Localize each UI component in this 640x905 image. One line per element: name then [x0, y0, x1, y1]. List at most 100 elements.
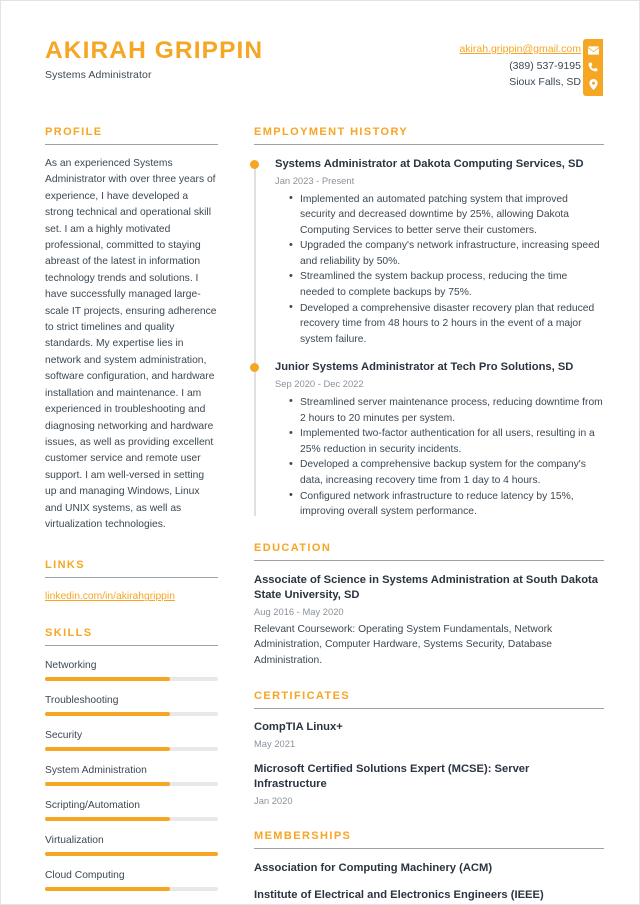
employment-bullets: Streamlined server maintenance process, … — [289, 394, 604, 520]
education-title: Associate of Science in Systems Administ… — [254, 573, 598, 602]
skill-label: Scripting/Automation — [45, 800, 141, 812]
section-heading-certificates: CERTIFICATES — [254, 690, 351, 703]
education-description: Relevant Coursework: Operating System Fu… — [254, 623, 553, 666]
certificate-date: Jan 2020 — [254, 794, 293, 806]
bullet-item: Developed a comprehensive backup system … — [289, 457, 604, 488]
bullet-item: Implemented two-factor authentication fo… — [289, 426, 604, 457]
section-heading-memberships: MEMBERSHIPS — [254, 829, 352, 842]
link-item-linkedin[interactable]: linkedin.com/in/akirahgrippin — [45, 589, 218, 605]
certificate-date: May 2021 — [254, 737, 296, 749]
memberships-list: Association for Computing Machinery (ACM… — [254, 861, 604, 904]
skill-level-fill — [45, 677, 170, 682]
contact-phone: (389) 537-9195 — [509, 59, 581, 72]
bullet-item: Configured network infrastructure to red… — [289, 488, 604, 520]
sidebar-column: PROFILE As an experienced Systems Admini… — [45, 125, 218, 904]
skill-level-track — [45, 852, 218, 857]
education-date: Aug 2016 - May 2020 — [254, 605, 344, 617]
bullet-item: Streamlined the system backup process, r… — [289, 269, 604, 300]
employment-entry: Systems Administrator at Dakota Computin… — [250, 157, 604, 348]
membership-entry: Association for Computing Machinery (ACM… — [254, 861, 604, 877]
skill-level-track — [45, 782, 218, 787]
skill-label: Virtualization — [45, 835, 104, 847]
profile-text: As an experienced Systems Administrator … — [45, 158, 217, 530]
section-skills: SKILLS Networking Troubleshooting Security… — [45, 626, 218, 892]
skill-level-fill — [45, 782, 170, 787]
skill-label: Cloud Computing — [45, 870, 125, 882]
skill-item: Virtualization — [45, 833, 218, 857]
skill-level-track — [45, 817, 218, 822]
membership-title: Institute of Electrical and Electronics … — [254, 889, 544, 902]
skill-item: System Administration — [45, 763, 218, 787]
skill-level-track — [45, 747, 218, 752]
section-heading-education: EDUCATION — [254, 541, 332, 554]
skill-level-fill — [45, 712, 170, 717]
section-certificates: CERTIFICATES CompTIA Linux+ May 2021 Micro… — [254, 689, 604, 808]
bullet-item: Streamlined server maintenance process, … — [289, 394, 604, 426]
section-heading-skills: SKILLS — [45, 627, 93, 640]
phone-icon — [588, 62, 598, 72]
skill-item: Cloud Computing — [45, 868, 218, 892]
employment-entry: Junior Systems Administrator at Tech Pro… — [250, 360, 604, 520]
resume-page: AKIRAH GRIPPIN Systems Administrator aki… — [0, 0, 640, 905]
contact-email[interactable]: akirah.grippin@gmail.com — [459, 43, 581, 55]
skill-label: System Administration — [45, 765, 147, 777]
employment-date: Jan 2023 - Present — [275, 174, 355, 186]
certificates-list: CompTIA Linux+ May 2021 Microsoft Certifie… — [254, 720, 604, 808]
skill-level-fill — [45, 887, 170, 892]
certificate-title: Microsoft Certified Solutions Expert (MC… — [254, 762, 530, 791]
employment-title: Junior Systems Administrator at Tech Pro… — [275, 361, 574, 374]
resume-header: AKIRAH GRIPPIN Systems Administrator aki… — [45, 37, 581, 95]
skill-level-track — [45, 712, 218, 717]
section-divider — [254, 559, 604, 561]
employment-timeline: Systems Administrator at Dakota Computin… — [250, 157, 604, 520]
certificate-entry: CompTIA Linux+ May 2021 — [254, 720, 604, 751]
envelope-icon — [587, 45, 599, 55]
skill-level-fill — [45, 747, 170, 752]
contact-info: akirah.grippin@gmail.com (389) 537-9195 … — [459, 41, 581, 91]
location-pin-icon — [588, 78, 598, 90]
skill-item: Networking — [45, 658, 218, 682]
section-heading-links: LINKS — [45, 559, 85, 572]
membership-title: Association for Computing Machinery (ACM… — [254, 861, 493, 874]
section-divider — [254, 144, 604, 145]
timeline-dot-icon — [250, 160, 259, 169]
section-divider — [45, 645, 218, 647]
certificate-title: CompTIA Linux+ — [254, 721, 343, 734]
employment-title: Systems Administrator at Dakota Computin… — [275, 158, 584, 170]
skill-level-fill — [45, 852, 218, 857]
certificate-entry: Microsoft Certified Solutions Expert (MC… — [254, 762, 604, 808]
jobs-list: Systems Administrator at Dakota Computin… — [250, 157, 604, 520]
skill-level-track — [45, 677, 218, 682]
timeline-dot-icon — [250, 363, 259, 373]
contact-location: Sioux Falls, SD — [509, 76, 581, 88]
section-profile: PROFILE As an experienced Systems Admini… — [45, 125, 218, 533]
section-divider — [45, 577, 218, 579]
education-entry: Associate of Science in Systems Administ… — [254, 573, 604, 669]
section-heading-profile: PROFILE — [45, 126, 103, 138]
section-links: LINKS linkedin.com/in/akirahgrippin — [45, 558, 218, 605]
skill-label: Networking — [45, 660, 97, 672]
bullet-item: Upgraded the company's network infrastru… — [289, 238, 604, 269]
section-education: EDUCATION Associate of Science in System… — [254, 541, 604, 669]
section-memberships: MEMBERSHIPS Association for Computing Ma… — [254, 829, 604, 904]
skill-level-fill — [45, 817, 170, 822]
skill-label: Troubleshooting — [45, 695, 119, 707]
bullet-item: Implemented an automated patching system… — [289, 191, 604, 239]
timeline-line — [254, 163, 256, 516]
section-heading-employment: EMPLOYMENT HISTORY — [254, 126, 409, 138]
skill-label: Security — [45, 730, 83, 742]
skill-level-track — [45, 887, 218, 892]
employment-date: Sep 2020 - Dec 2022 — [275, 377, 364, 389]
skill-item: Scripting/Automation — [45, 798, 218, 822]
employment-bullets: Implemented an automated patching system… — [289, 191, 604, 348]
section-divider — [254, 708, 604, 710]
contact-icon-bar — [583, 39, 603, 96]
education-list: Associate of Science in Systems Administ… — [254, 573, 604, 669]
bullet-item: Developed a comprehensive disaster recov… — [289, 300, 604, 348]
membership-entry: Institute of Electrical and Electronics … — [254, 888, 604, 904]
skill-item: Security — [45, 728, 218, 752]
main-column: EMPLOYMENT HISTORY Systems Administrator… — [250, 125, 604, 904]
section-employment-history: EMPLOYMENT HISTORY Systems Administrator… — [250, 125, 604, 520]
section-divider — [254, 847, 604, 849]
skills-list: Networking Troubleshooting Security System … — [45, 658, 218, 892]
